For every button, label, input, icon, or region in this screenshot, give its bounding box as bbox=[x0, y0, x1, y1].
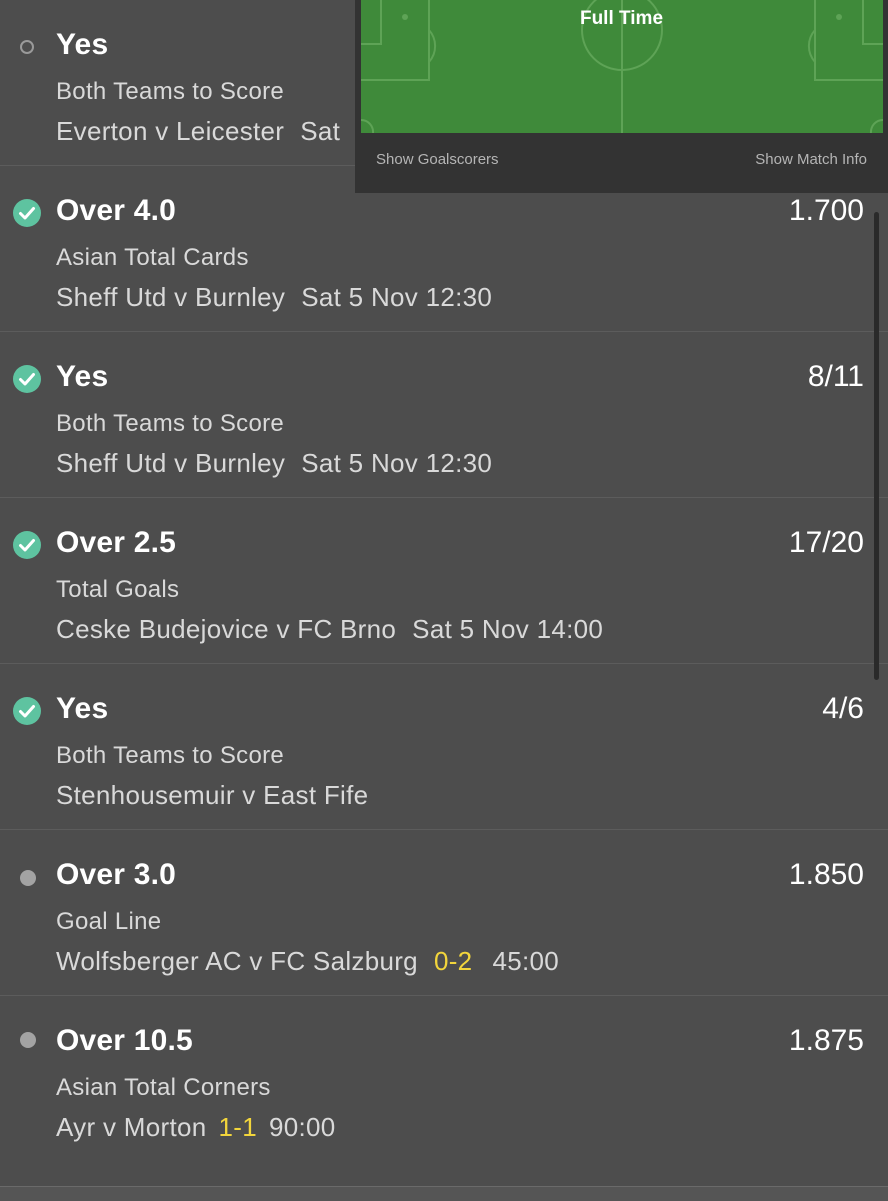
odds-value: 17/20 bbox=[788, 526, 864, 559]
match-clock: 90:00 bbox=[268, 1112, 336, 1142]
kickoff-time: Sat 5 Nov 12:30 bbox=[301, 448, 493, 478]
market-label: Total Goals bbox=[56, 576, 180, 603]
pending-status-icon bbox=[20, 40, 34, 54]
event-name: Ceske Budejovice v FC Brno bbox=[56, 614, 397, 644]
kickoff-time: Sat 5 Nov 12:30 bbox=[301, 282, 493, 312]
event-line: Stenhousemuir v East Fife bbox=[56, 780, 384, 811]
event-name: Ayr v Morton bbox=[56, 1112, 207, 1142]
market-label: Both Teams to Score bbox=[56, 742, 285, 769]
kickoff-time: Sat 5 Nov 14:00 bbox=[412, 614, 604, 644]
odds-value: 1.700 bbox=[788, 194, 864, 227]
won-check-icon bbox=[13, 365, 41, 393]
live-status-dot-icon bbox=[20, 1032, 36, 1048]
selection-label: Over 10.5 bbox=[56, 1024, 193, 1057]
footer-divider bbox=[0, 1186, 888, 1201]
match-status-label: Full Time bbox=[579, 8, 664, 29]
show-goalscorers-link[interactable]: Show Goalscorers bbox=[376, 151, 499, 168]
selection-label: Over 2.5 bbox=[56, 526, 177, 559]
selection-label: Yes bbox=[56, 360, 109, 393]
kickoff-time: Sat bbox=[300, 116, 341, 146]
match-clock: 45:00 bbox=[492, 946, 560, 976]
odds-value: 4/6 bbox=[822, 692, 864, 725]
market-label: Asian Total Cards bbox=[56, 244, 249, 271]
event-name: Sheff Utd v Burnley bbox=[56, 282, 286, 312]
won-check-icon bbox=[13, 531, 41, 559]
selection-label: Yes bbox=[56, 28, 109, 61]
bet-leg[interactable]: Over 2.5 17/20 Total Goals Ceske Budejov… bbox=[0, 498, 888, 664]
event-line: Sheff Utd v Burnley Sat 5 Nov 12:30 bbox=[56, 448, 508, 479]
selection-label: Yes bbox=[56, 692, 109, 725]
event-name: Stenhousemuir v East Fife bbox=[56, 780, 369, 810]
event-line: Sheff Utd v Burnley Sat 5 Nov 12:30 bbox=[56, 282, 508, 313]
event-line: Everton v Leicester Sat bbox=[56, 116, 356, 147]
event-name: Wolfsberger AC v FC Salzburg bbox=[56, 946, 418, 976]
selection-label: Over 4.0 bbox=[56, 194, 177, 227]
event-line: Ayr v Morton 1-1 90:00 bbox=[56, 1112, 336, 1143]
market-label: Both Teams to Score bbox=[56, 78, 285, 105]
scrollbar-thumb[interactable] bbox=[874, 212, 879, 680]
odds-value: 1.875 bbox=[788, 1024, 864, 1057]
live-status-dot-icon bbox=[20, 870, 36, 886]
event-line: Wolfsberger AC v FC Salzburg 0-2 45:00 bbox=[56, 946, 559, 977]
live-score: 0-2 bbox=[433, 946, 473, 976]
odds-value: 1.850 bbox=[788, 858, 864, 891]
event-line: Ceske Budejovice v FC Brno Sat 5 Nov 14:0… bbox=[56, 614, 619, 645]
market-label: Asian Total Corners bbox=[56, 1074, 271, 1101]
won-check-icon bbox=[13, 697, 41, 725]
show-match-info-link[interactable]: Show Match Info bbox=[755, 151, 867, 168]
bet-leg[interactable]: Yes 4/6 Both Teams to Score Stenhousemui… bbox=[0, 664, 888, 830]
market-label: Goal Line bbox=[56, 908, 162, 935]
market-label: Both Teams to Score bbox=[56, 410, 285, 437]
odds-value: 8/11 bbox=[807, 360, 864, 393]
live-score: 1-1 bbox=[218, 1112, 257, 1142]
event-name: Sheff Utd v Burnley bbox=[56, 448, 286, 478]
bet-leg[interactable]: Over 10.5 1.875 Asian Total Corners Ayr … bbox=[0, 996, 888, 1162]
selection-label: Over 3.0 bbox=[56, 858, 177, 891]
match-tracker-widget: Full Time Show Goalscorers Show Match In… bbox=[355, 0, 888, 193]
bet-leg[interactable]: Yes 8/11 Both Teams to Score Sheff Utd v… bbox=[0, 332, 888, 498]
won-check-icon bbox=[13, 199, 41, 227]
bet-leg[interactable]: Over 3.0 1.850 Goal Line Wolfsberger AC … bbox=[0, 830, 888, 996]
event-name: Everton v Leicester bbox=[56, 116, 285, 146]
